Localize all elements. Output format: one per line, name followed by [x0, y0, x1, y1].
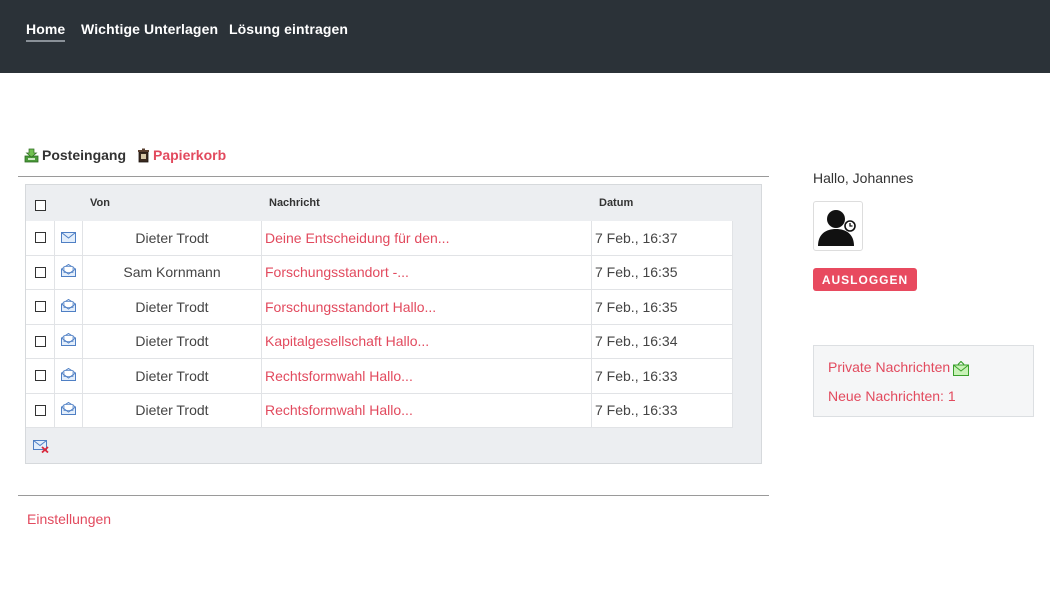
inbox-label: Posteingang [42, 147, 127, 163]
row-checkbox[interactable] [34, 404, 46, 416]
new-messages-count[interactable]: Neue Nachrichten: 1 [828, 388, 956, 404]
envelope-open-icon [61, 402, 76, 418]
message-table: Von Nachricht Datum Dieter Trodt Deine E… [25, 184, 762, 464]
private-messages-label: Private Nachrichten [828, 359, 951, 375]
nav-home[interactable]: Home [26, 21, 66, 42]
message-rows: Dieter Trodt Deine Entscheidung für den.… [26, 221, 733, 428]
row-sender: Dieter Trodt [83, 221, 262, 255]
row-checkbox[interactable] [34, 335, 46, 347]
row-message-link[interactable]: Deine Entscheidung für den... [262, 221, 592, 255]
table-row[interactable]: Dieter Trodt Rechtsformwahl Hallo... 7 F… [26, 393, 733, 428]
envelope-open-icon [61, 264, 76, 280]
table-row[interactable]: Dieter Trodt Deine Entscheidung für den.… [26, 221, 733, 256]
row-date: 7 Feb., 16:33 [592, 359, 733, 393]
envelope-open-icon [61, 367, 76, 384]
row-message-link[interactable]: Forschungsstandort -... [262, 255, 592, 289]
envelope-closed-icon [61, 230, 76, 246]
table-row[interactable]: Dieter Trodt Rechtsformwahl Hallo... 7 F… [26, 359, 733, 394]
logout-button[interactable]: AUSLOGGEN [813, 268, 917, 291]
nav-wichtige-unterlagen[interactable]: Wichtige Unterlagen [81, 21, 218, 37]
private-messages-link[interactable]: Private Nachrichten [828, 359, 970, 379]
inbox-tray-icon [24, 148, 39, 166]
table-row[interactable]: Dieter Trodt Kapitalgesellschaft Hallo..… [26, 324, 733, 359]
divider-top [18, 176, 769, 177]
envelope-open-icon [61, 333, 76, 349]
avatar[interactable] [813, 201, 863, 251]
row-sender: Dieter Trodt [83, 324, 262, 358]
header-date: Datum [599, 197, 634, 209]
row-message-link[interactable]: Rechtsformwahl Hallo... [262, 393, 592, 427]
row-sender: Dieter Trodt [83, 393, 262, 427]
row-date: 7 Feb., 16:37 [592, 221, 733, 255]
trash-bin-icon [137, 148, 150, 166]
row-checkbox[interactable] [34, 232, 46, 244]
trash-tab[interactable]: Papierkorb [137, 147, 226, 166]
row-sender: Sam Kornmann [83, 255, 262, 289]
top-navbar: Home Wichtige Unterlagen Lösung eintrage… [0, 0, 1050, 73]
row-checkbox[interactable] [34, 266, 46, 278]
table-footer [26, 429, 761, 463]
row-checkbox[interactable] [34, 370, 46, 382]
row-sender: Dieter Trodt [83, 290, 262, 324]
settings-link[interactable]: Einstellungen [27, 511, 111, 527]
private-messages-box: Private Nachrichten Neue Nachrichten: 1 [813, 345, 1034, 417]
row-message-link[interactable]: Kapitalgesellschaft Hallo... [262, 324, 592, 358]
header-message: Nachricht [269, 197, 320, 209]
user-silhouette-icon [814, 210, 862, 254]
table-header: Von Nachricht Datum [26, 185, 761, 221]
header-from: Von [90, 197, 110, 209]
nav-loesung-eintragen[interactable]: Lösung eintragen [229, 21, 348, 37]
user-greeting: Hallo, Johannes [813, 170, 914, 186]
table-row[interactable]: Dieter Trodt Forschungsstandort Hallo...… [26, 290, 733, 325]
row-date: 7 Feb., 16:35 [592, 290, 733, 324]
table-row[interactable]: Sam Kornmann Forschungsstandort -... 7 F… [26, 255, 733, 290]
row-message-link[interactable]: Forschungsstandort Hallo... [262, 290, 592, 324]
envelope-open-icon [61, 298, 76, 315]
trash-label: Papierkorb [153, 147, 227, 163]
row-date: 7 Feb., 16:33 [592, 393, 733, 427]
select-all-checkbox[interactable] [35, 200, 46, 211]
envelope-delete-icon[interactable] [33, 440, 49, 458]
row-message-link[interactable]: Rechtsformwahl Hallo... [262, 359, 592, 393]
row-sender: Dieter Trodt [83, 359, 262, 393]
row-date: 7 Feb., 16:34 [592, 324, 733, 358]
row-checkbox[interactable] [34, 301, 46, 313]
row-date: 7 Feb., 16:35 [592, 255, 733, 289]
divider-bottom [18, 495, 769, 496]
new-mail-icon [953, 360, 970, 379]
inbox-tab[interactable]: Posteingang [24, 147, 126, 166]
